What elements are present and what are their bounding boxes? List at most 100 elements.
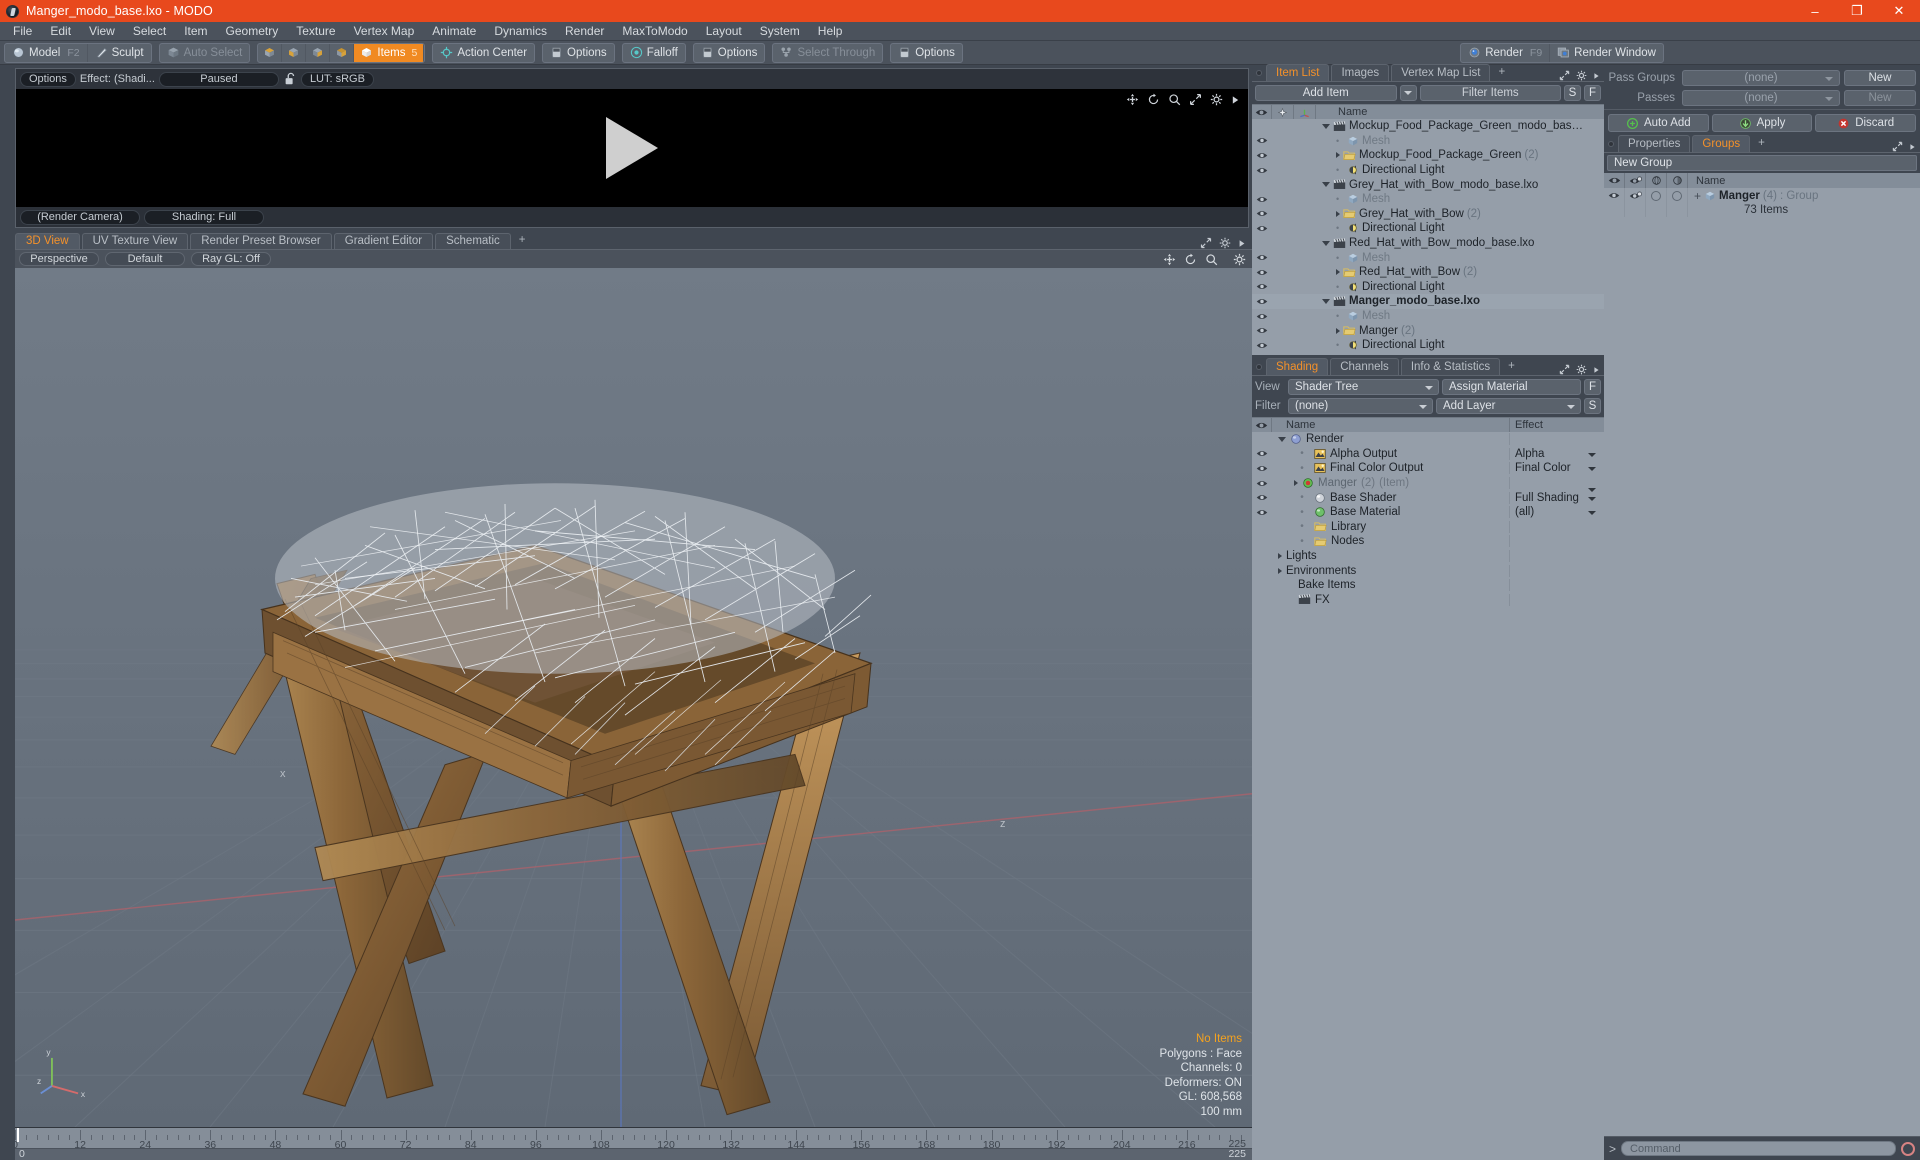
item-list-row[interactable]: Grey_Hat_with_Bow (2) <box>1252 207 1604 222</box>
select-through-options-button[interactable]: Options <box>891 44 962 62</box>
panel-grip-icon[interactable] <box>1256 364 1262 370</box>
row-visibility-toggle[interactable] <box>1252 326 1272 335</box>
record-macro-button[interactable] <box>1901 1141 1915 1156</box>
shader-row-name-cell[interactable]: Manger (2) (Item) <box>1272 477 1510 490</box>
shader-tree-row[interactable]: • Base Material (all) <box>1252 505 1604 520</box>
timeline-playhead[interactable] <box>17 1128 19 1142</box>
item-row-name-cell[interactable]: Red_Hat_with_Bow (2) <box>1316 266 1604 278</box>
expand-toggle-icon[interactable] <box>1336 210 1340 217</box>
shader-row-visibility-toggle[interactable] <box>1252 464 1272 473</box>
shader-row-name-cell[interactable]: • Base Material <box>1272 506 1510 519</box>
shader-row-visibility-toggle[interactable] <box>1252 493 1272 502</box>
falloff-options-button[interactable]: Options <box>694 44 765 62</box>
shader-row-name-cell[interactable]: • Base Shader <box>1272 491 1510 504</box>
item-row-name-cell[interactable]: • Directional Light <box>1316 164 1604 176</box>
shader-row-name-cell[interactable]: • Library <box>1272 520 1510 533</box>
shader-row-visibility-toggle[interactable] <box>1252 449 1272 458</box>
auto-add-button[interactable]: Auto Add <box>1608 114 1709 132</box>
item-row-name-cell[interactable]: Manger_modo_base.lxo <box>1316 295 1604 307</box>
group-row-shaded-toggle[interactable] <box>1667 188 1688 203</box>
gear-icon[interactable] <box>1210 93 1223 106</box>
item-list-row[interactable]: Red_Hat_with_Bow_modo_base.lxo <box>1252 236 1604 251</box>
menu-geometry[interactable]: Geometry <box>217 22 288 41</box>
menu-render[interactable]: Render <box>556 22 613 41</box>
shader-row-name-cell[interactable]: • Alpha Output <box>1272 447 1510 460</box>
viewport-raygl-button[interactable]: Ray GL: Off <box>191 252 271 266</box>
row-visibility-toggle[interactable] <box>1252 209 1272 218</box>
expand-toggle-icon[interactable] <box>1278 436 1286 442</box>
item-list-row[interactable]: Grey_Hat_with_Bow_modo_base.lxo <box>1252 177 1604 192</box>
timeline[interactable]: 0 12 24 36 48 60 72 84 96 108 120 132 144 156 168 180 19… <box>15 1128 1252 1160</box>
expand-toggle-icon[interactable] <box>1322 240 1330 246</box>
tab-vertex-map-list[interactable]: Vertex Map List <box>1391 64 1491 81</box>
tab-add-button[interactable]: + <box>1492 64 1511 81</box>
panel-menu-arrow-icon[interactable] <box>1593 365 1600 375</box>
mode-model-button[interactable]: Model F2 <box>5 43 88 62</box>
zoom-icon[interactable] <box>1205 253 1218 266</box>
item-list-row[interactable]: Mockup_Food_Package_Green (2) <box>1252 148 1604 163</box>
panel-menu-arrow-icon[interactable] <box>1909 142 1916 152</box>
maximize-button[interactable]: ❐ <box>1836 0 1878 22</box>
shading-list-body[interactable]: Render • Alpha Output Alpha • Final Color Out… <box>1252 432 1604 1160</box>
rotate-icon[interactable] <box>1184 253 1197 266</box>
group-row-render-toggle[interactable] <box>1625 188 1646 203</box>
menu-file[interactable]: File <box>4 22 41 41</box>
assign-material-button[interactable]: Assign Material <box>1442 379 1581 395</box>
add-layer-button[interactable]: Add Layer <box>1436 398 1581 414</box>
fit-icon[interactable] <box>1189 93 1202 106</box>
item-row-name-cell[interactable]: Mockup_Food_Package_Green (2) <box>1316 149 1604 161</box>
row-visibility-toggle[interactable] <box>1252 268 1272 277</box>
viewport-tab-schematic[interactable]: Schematic <box>435 233 511 249</box>
shader-tree-row[interactable]: • Alpha Output Alpha <box>1252 447 1604 462</box>
polygon-mode-button[interactable] <box>306 43 331 62</box>
viewport-tab-uv-texture-view[interactable]: UV Texture View <box>81 233 189 249</box>
gear-icon[interactable] <box>1576 364 1587 375</box>
item-list-s-button[interactable]: S <box>1564 85 1581 101</box>
menu-animate[interactable]: Animate <box>423 22 485 41</box>
group-row-name-cell[interactable]: + Manger (4): Group <box>1688 189 1920 203</box>
mode-sculpt-button[interactable]: Sculpt <box>88 44 151 62</box>
shader-tree-row[interactable]: FX <box>1252 593 1604 608</box>
row-visibility-toggle[interactable] <box>1252 312 1272 321</box>
item-list-row[interactable]: • Mesh <box>1252 134 1604 149</box>
shader-tree-row[interactable]: Environments <box>1252 563 1604 578</box>
filter-items-input[interactable]: Filter Items <box>1419 85 1561 101</box>
tab-shading[interactable]: Shading <box>1266 358 1329 375</box>
panel-gear-icon[interactable] <box>1219 237 1231 249</box>
row-visibility-toggle[interactable] <box>1252 166 1272 175</box>
tab-images[interactable]: Images <box>1331 64 1390 81</box>
add-item-dropdown-button[interactable] <box>1399 85 1417 101</box>
row-visibility-toggle[interactable] <box>1252 282 1272 291</box>
items-mode-button[interactable]: Items 5 <box>354 43 425 62</box>
shader-row-name-cell[interactable]: • Final Color Output <box>1272 462 1510 475</box>
falloff-button[interactable]: Falloff <box>623 44 685 62</box>
shader-row-name-cell[interactable]: Bake Items <box>1272 579 1510 592</box>
chevron-down-icon[interactable] <box>1588 496 1596 501</box>
group-row-visibility-toggle[interactable] <box>1604 188 1625 203</box>
render-effect-label[interactable]: Effect: (Shadi... <box>80 73 155 85</box>
render-status-button[interactable]: Paused <box>158 71 279 87</box>
group-expand-icon[interactable]: + <box>1694 189 1701 203</box>
item-list-f-button[interactable]: F <box>1584 85 1601 101</box>
shader-tree-row[interactable]: • Base Shader Full Shading <box>1252 490 1604 505</box>
item-row-name-cell[interactable]: Manger (2) <box>1316 325 1604 337</box>
shader-tree-row[interactable]: • Nodes <box>1252 534 1604 549</box>
render-shading-button[interactable]: Shading: Full <box>144 209 264 225</box>
maximize-panel-icon[interactable] <box>1559 364 1570 375</box>
zoom-icon[interactable] <box>1168 93 1181 106</box>
maximize-panel-icon[interactable] <box>1892 141 1903 152</box>
item-row-name-cell[interactable]: Mockup_Food_Package_Green_modo_bas… <box>1316 120 1604 132</box>
item-list-row[interactable]: Manger_modo_base.lxo <box>1252 294 1604 309</box>
viewport-projection-button[interactable]: Perspective <box>19 252 99 266</box>
render-preview-canvas[interactable] <box>16 89 1248 207</box>
shader-tree-row[interactable]: Lights <box>1252 549 1604 564</box>
shader-tree-row[interactable]: • Final Color Output Final Color <box>1252 461 1604 476</box>
item-list-body[interactable]: Mockup_Food_Package_Green_modo_bas… • Mesh… <box>1252 119 1604 355</box>
pass-groups-new-button[interactable]: New <box>1844 69 1916 86</box>
chevron-down-icon[interactable] <box>1588 467 1596 472</box>
shader-row-name-cell[interactable]: Render <box>1272 433 1510 446</box>
row-visibility-toggle[interactable] <box>1252 151 1272 160</box>
item-list-row[interactable]: • Mesh <box>1252 192 1604 207</box>
item-row-name-cell[interactable]: Grey_Hat_with_Bow (2) <box>1316 208 1604 220</box>
groups-list-body[interactable]: + Manger (4): Group 73 Items <box>1604 188 1920 1136</box>
